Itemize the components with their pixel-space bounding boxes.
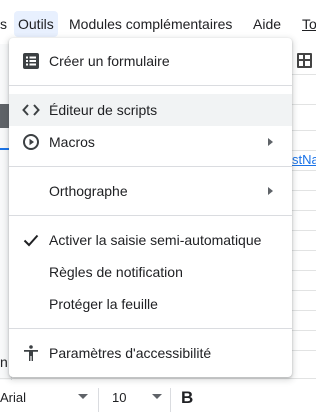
form-icon <box>23 53 39 69</box>
format-toolbar: Arial 10 B <box>0 380 316 420</box>
outils-dropdown-menu: Créer un formulaire Éditeur de scripts M… <box>9 38 292 377</box>
grid-line <box>292 310 316 311</box>
menu-item-label: Macros <box>49 134 95 150</box>
grid-line <box>292 190 316 191</box>
grid-line <box>292 350 316 351</box>
play-circle-icon <box>23 134 39 150</box>
cell-link-text[interactable]: stNa <box>292 152 316 167</box>
menu-item-saisie-semi-automatique[interactable]: Activer la saisie semi-automatique <box>9 224 292 256</box>
accessibility-icon <box>24 345 38 361</box>
font-family-caret-icon[interactable] <box>78 394 88 399</box>
grid-line <box>292 74 316 75</box>
check-icon <box>23 234 39 247</box>
menu-fichier-partial[interactable]: s <box>0 11 7 37</box>
menu-item-label: Éditeur de scripts <box>49 102 158 118</box>
menu-item-macros[interactable]: Macros <box>9 126 292 158</box>
menu-item-label: Règles de notification <box>49 264 183 280</box>
grid-line <box>292 210 316 211</box>
sheet-grid-right <box>292 44 316 384</box>
insert-table-icon[interactable] <box>297 53 312 68</box>
toolbar-divider <box>170 388 171 412</box>
menu-item-label: Créer un formulaire <box>49 53 170 69</box>
grid-line <box>292 130 316 131</box>
menu-item-label: Protéger la feuille <box>49 296 158 312</box>
grid-line <box>292 150 316 151</box>
menu-separator <box>9 215 292 216</box>
app-root: s Outils Modules complémentaires Aide To… <box>0 0 316 420</box>
bold-button[interactable]: B <box>181 388 193 408</box>
cell-text-fragment: n <box>0 354 8 370</box>
menu-item-label: Activer la saisie semi-automatique <box>49 232 262 248</box>
grid-line <box>292 270 316 271</box>
font-size-select[interactable]: 10 <box>112 390 126 405</box>
grid-line <box>292 230 316 231</box>
font-family-select[interactable]: Arial <box>0 390 26 405</box>
menu-aide[interactable]: Aide <box>253 11 281 37</box>
submenu-arrow-icon <box>268 138 273 146</box>
grid-line <box>0 378 316 379</box>
menu-separator <box>9 85 292 86</box>
grid-line <box>292 170 316 171</box>
menu-item-label: Paramètres d'accessibilité <box>49 345 212 361</box>
menu-item-parametres-accessibilite[interactable]: Paramètres d'accessibilité <box>9 337 292 369</box>
submenu-arrow-icon <box>268 187 273 195</box>
grid-line <box>292 104 316 105</box>
menu-item-editeur-scripts[interactable]: Éditeur de scripts <box>9 94 292 126</box>
grid-line <box>292 250 316 251</box>
menu-separator <box>9 328 292 329</box>
menu-item-regles-notification[interactable]: Règles de notification <box>9 256 292 288</box>
toolbar-divider <box>98 388 99 412</box>
menu-item-label: Orthographe <box>49 183 128 199</box>
menu-item-orthographe[interactable]: Orthographe <box>9 175 292 207</box>
font-size-caret-icon[interactable] <box>152 394 162 399</box>
menu-item-creer-formulaire[interactable]: Créer un formulaire <box>9 45 292 77</box>
code-icon <box>22 104 40 116</box>
menu-outils[interactable]: Outils <box>14 11 58 37</box>
menu-item-proteger-feuille[interactable]: Protéger la feuille <box>9 288 292 320</box>
menu-last-edit-partial[interactable]: To <box>302 11 316 37</box>
grid-line <box>292 290 316 291</box>
menu-separator <box>9 166 292 167</box>
menu-modules-complementaires[interactable]: Modules complémentaires <box>69 11 232 37</box>
grid-line <box>292 330 316 331</box>
